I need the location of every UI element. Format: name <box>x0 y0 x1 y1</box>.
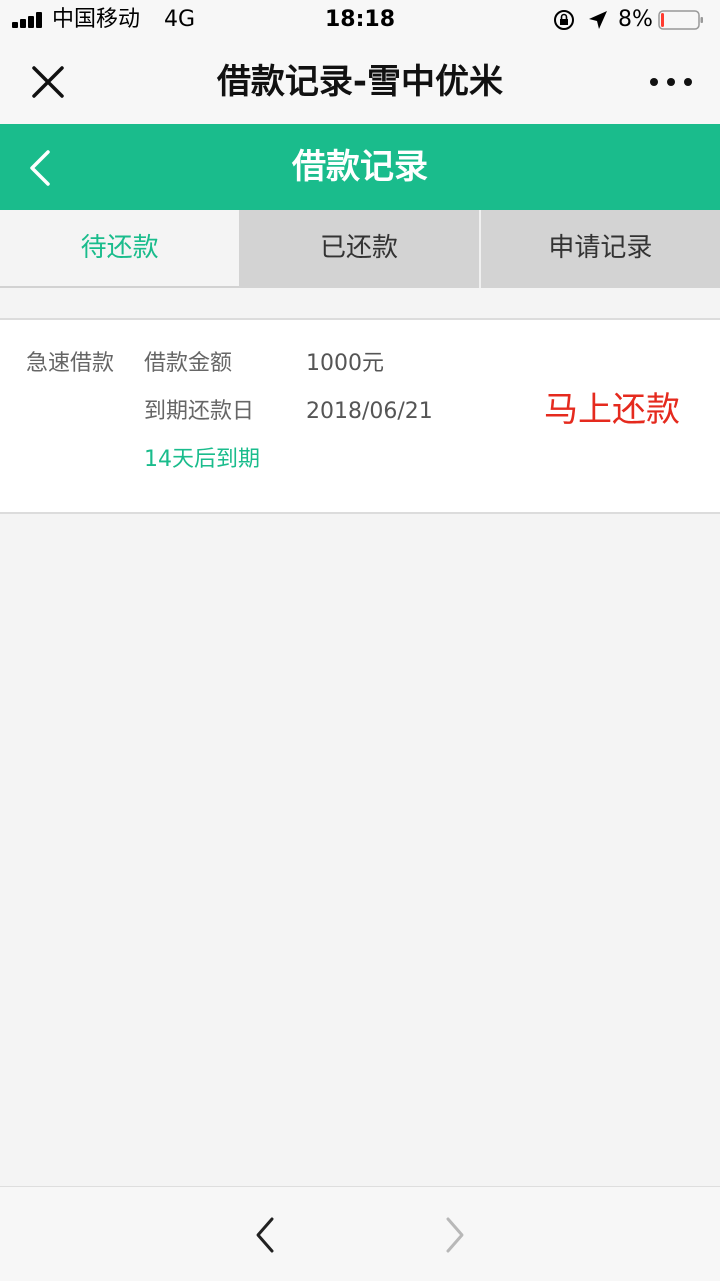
nav-bar: 借款记录-雪中优米 <box>0 40 720 124</box>
loan-card: 急速借款 借款金额 1000元 到期还款日 2018/06/21 14天后到期 … <box>0 318 720 514</box>
page-title: 借款记录-雪中优米 <box>216 62 504 102</box>
location-arrow-icon <box>589 11 607 29</box>
due-date-label: 到期还款日 <box>144 399 255 424</box>
app-header: 借款记录 <box>0 124 720 210</box>
orientation-lock-icon <box>554 10 574 30</box>
due-countdown: 14天后到期 <box>144 447 260 472</box>
chevron-left-icon[interactable] <box>250 1215 280 1255</box>
loan-type: 急速借款 <box>26 351 115 376</box>
tab-applications[interactable]: 申请记录 <box>478 210 720 288</box>
due-date-value: 2018/06/21 <box>306 399 433 424</box>
repay-now-button[interactable]: 马上还款 <box>544 388 680 432</box>
tab-pending[interactable]: 待还款 <box>0 210 240 288</box>
battery-icon <box>658 10 703 30</box>
more-dots-icon[interactable] <box>648 74 694 90</box>
tab-bar: 待还款 已还款 申请记录 <box>0 210 720 288</box>
tab-repaid[interactable]: 已还款 <box>239 210 479 288</box>
clock: 18:18 <box>324 7 396 32</box>
amount-value: 1000元 <box>306 351 384 376</box>
status-bar: 中国移动 4G 18:18 8% <box>0 0 720 40</box>
chevron-right-icon[interactable] <box>440 1215 470 1255</box>
amount-label: 借款金额 <box>144 351 233 376</box>
header-title: 借款记录 <box>292 147 428 187</box>
browser-toolbar <box>0 1186 720 1281</box>
battery-percent: 8% <box>618 7 653 32</box>
